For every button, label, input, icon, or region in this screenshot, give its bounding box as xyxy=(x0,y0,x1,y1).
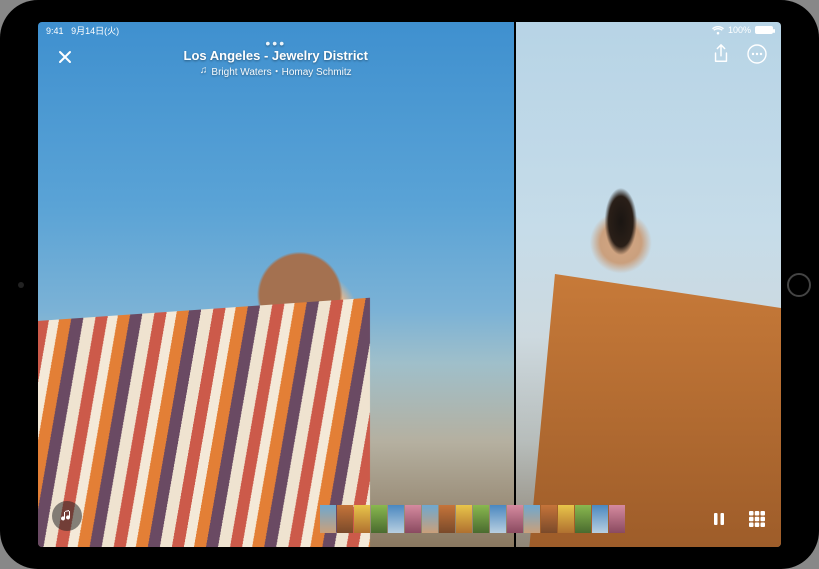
timeline-thumb[interactable] xyxy=(422,505,438,533)
status-right: 100% xyxy=(712,25,773,35)
memory-music-text: Bright Waters・Homay Schmitz xyxy=(211,63,351,78)
timeline-thumb[interactable] xyxy=(558,505,574,533)
title-options-icon[interactable]: ••• xyxy=(38,40,514,46)
memory-music-line: ♫ Bright Waters・Homay Schmitz xyxy=(38,63,514,78)
timeline-thumb[interactable] xyxy=(456,505,472,533)
timeline-thumb[interactable] xyxy=(575,505,591,533)
timeline-thumb[interactable] xyxy=(371,505,387,533)
memory-photo-left[interactable] xyxy=(38,22,514,547)
timeline-thumbnails[interactable] xyxy=(320,505,647,533)
bottom-right-controls xyxy=(707,507,769,531)
timeline-thumb[interactable] xyxy=(609,505,625,533)
device-camera xyxy=(18,282,24,288)
grid-button[interactable] xyxy=(745,507,769,531)
top-right-controls xyxy=(709,42,769,66)
memory-music-button[interactable] xyxy=(52,501,82,531)
status-bar: 9:41 9月14日(火) 100% xyxy=(38,22,781,38)
ipad-frame: 9:41 9月14日(火) 100% xyxy=(0,0,819,569)
timeline-thumb[interactable] xyxy=(405,505,421,533)
timeline-thumb[interactable] xyxy=(541,505,557,533)
status-time: 9:41 xyxy=(46,26,64,36)
memory-title-block[interactable]: ••• Los Angeles - Jewelry District ♫ Bri… xyxy=(38,40,514,78)
pause-button[interactable] xyxy=(707,507,731,531)
share-button[interactable] xyxy=(709,42,733,66)
screen: 9:41 9月14日(火) 100% xyxy=(38,22,781,547)
timeline-thumb[interactable] xyxy=(337,505,353,533)
battery-icon xyxy=(755,26,773,34)
timeline-thumb[interactable] xyxy=(524,505,540,533)
timeline-thumb[interactable] xyxy=(320,505,336,533)
timeline-thumb[interactable] xyxy=(490,505,506,533)
memory-photo-right[interactable] xyxy=(514,22,781,547)
timeline-thumb[interactable] xyxy=(592,505,608,533)
timeline-thumb[interactable] xyxy=(354,505,370,533)
photo-divider xyxy=(514,22,516,547)
status-date: 9月14日(火) xyxy=(71,26,119,36)
timeline-thumb[interactable] xyxy=(473,505,489,533)
home-button[interactable] xyxy=(787,273,811,297)
timeline-thumb[interactable] xyxy=(388,505,404,533)
timeline-thumb[interactable] xyxy=(439,505,455,533)
battery-percent: 100% xyxy=(728,25,751,35)
memory-player[interactable] xyxy=(38,22,781,547)
status-left: 9:41 9月14日(火) xyxy=(46,24,119,37)
wifi-icon xyxy=(712,26,724,35)
music-note-icon: ♫ xyxy=(200,65,208,76)
timeline-thumb[interactable] xyxy=(507,505,523,533)
more-button[interactable] xyxy=(745,42,769,66)
